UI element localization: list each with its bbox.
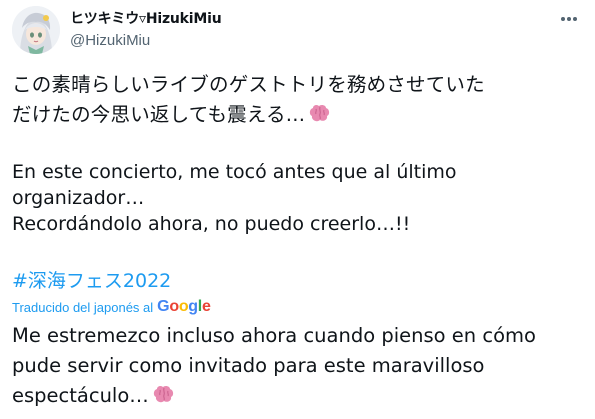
more-icon	[561, 17, 577, 21]
tweet-card: ヒツキミウ▿HizukiMiu @HizukiMiu この素晴らしいライブのゲス…	[0, 0, 595, 419]
tweet-translation: Me estremezco incluso ahora cuando piens…	[12, 321, 536, 411]
tweet-text-japanese: この素晴らしいライブのゲストトリを務めさせていた だけたの今思い返しても震える…	[12, 70, 485, 130]
brain-emoji-icon	[310, 104, 330, 122]
hashtag-link[interactable]: #深海フェス2022	[12, 266, 171, 293]
brain-emoji-icon	[153, 385, 173, 403]
tweet-text-line: espectáculo…	[12, 381, 536, 411]
avatar[interactable]	[12, 6, 60, 54]
translated-label: Traducido del japonés al	[12, 299, 154, 315]
tweet-text-line: Recordándolo ahora, no puedo creerlo…!!	[12, 213, 411, 235]
more-options-button[interactable]	[558, 8, 580, 30]
avatar-icon	[12, 6, 60, 54]
author-handle[interactable]: @HizukiMiu	[70, 32, 150, 49]
tweet-text-line: この素晴らしいライブのゲストトリを務めさせていた	[12, 73, 485, 96]
tweet-text-line: pude servir como invitado para este mara…	[12, 354, 485, 377]
google-logo: Google	[157, 298, 211, 315]
tweet-text-line: organizador…	[12, 187, 145, 209]
translated-by-google[interactable]: Traducido del japonés al Google	[12, 298, 211, 316]
tweet-text-line: En este concierto, me tocó antes que al …	[12, 161, 457, 183]
author-name-row[interactable]: ヒツキミウ▿HizukiMiu	[70, 8, 222, 28]
tweet-text-line: Me estremezco incluso ahora cuando piens…	[12, 324, 536, 347]
tweet-text-spanish: En este concierto, me tocó antes que al …	[12, 159, 457, 237]
tweet-text-line: だけたの今思い返しても震える…	[12, 100, 485, 130]
author-display-name[interactable]: ヒツキミウ▿HizukiMiu	[70, 8, 222, 28]
